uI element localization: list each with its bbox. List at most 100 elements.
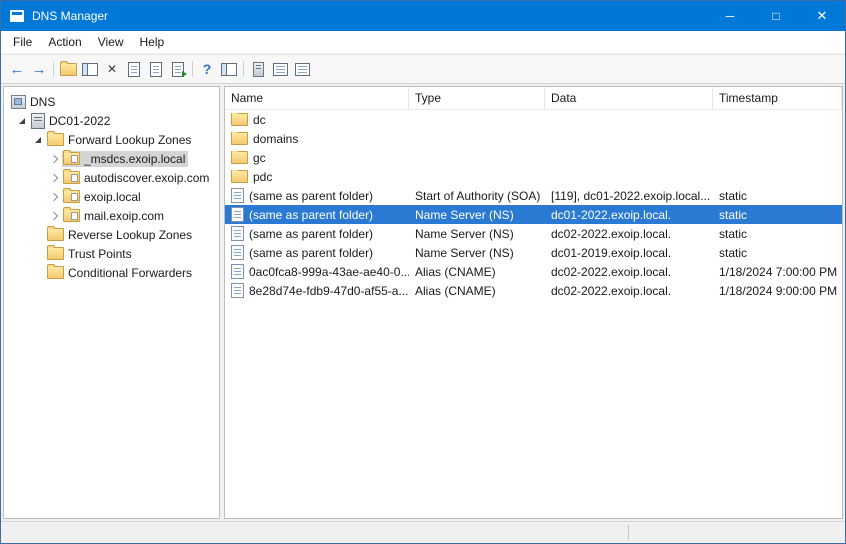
toolbar-details-button[interactable] <box>291 58 313 80</box>
tree-item-reverse-lookup-zones[interactable]: Reverse Lookup Zones <box>4 225 219 244</box>
cell-type: Alias (CNAME) <box>409 284 545 298</box>
delete-button[interactable]: ✕ <box>101 58 123 80</box>
toolbar: ← → ✕ ? <box>1 54 845 84</box>
tree-item-label: exoip.local <box>80 190 141 204</box>
show-hide-console-tree-button[interactable] <box>79 58 101 80</box>
table-row[interactable]: gc <box>225 148 842 167</box>
cell-type: Alias (CNAME) <box>409 265 545 279</box>
tree-item-label: DNS <box>26 95 55 109</box>
table-row[interactable]: 0ac0fca8-999a-43ae-ae40-0... Alias (CNAM… <box>225 262 842 281</box>
cell-name: domains <box>253 132 298 146</box>
tree-item-dc01-2022[interactable]: DC01-2022 <box>4 111 219 130</box>
maximize-icon: □ <box>772 9 779 23</box>
close-button[interactable]: ✕ <box>799 1 845 31</box>
expander-icon[interactable] <box>46 194 62 200</box>
column-header-data[interactable]: Data <box>545 87 713 109</box>
cell-name: pdc <box>253 170 272 184</box>
table-row[interactable]: (same as parent folder) Name Server (NS)… <box>225 243 842 262</box>
menu-view[interactable]: View <box>90 32 132 52</box>
expander-icon[interactable] <box>14 118 30 124</box>
dns-record-icon <box>231 264 244 279</box>
zone-icon <box>63 209 80 222</box>
table-row-selected[interactable]: (same as parent folder) Name Server (NS)… <box>225 205 842 224</box>
cell-timestamp: 1/18/2024 9:00:00 PM <box>713 284 842 298</box>
detail-list-icon <box>295 63 310 76</box>
cell-type: Start of Authority (SOA) <box>409 189 545 203</box>
status-bar <box>1 521 845 543</box>
menu-action[interactable]: Action <box>40 32 89 52</box>
toolbar-separator <box>192 61 193 77</box>
cell-data: dc01-2022.exoip.local. <box>545 208 713 222</box>
folder-icon <box>231 132 248 145</box>
minimize-button[interactable]: ─ <box>707 1 753 31</box>
column-header-timestamp[interactable]: Timestamp <box>713 87 842 109</box>
tree-item-mail-exoip-com[interactable]: mail.exoip.com <box>4 206 219 225</box>
expander-icon[interactable] <box>46 156 62 162</box>
tree-item-trust-points[interactable]: Trust Points <box>4 244 219 263</box>
menu-bar: File Action View Help <box>1 31 845 54</box>
record-list-pane: Name Type Data Timestamp dc domains gc <box>224 86 843 519</box>
cell-timestamp: static <box>713 208 842 222</box>
cell-name: 0ac0fca8-999a-43ae-ae40-0... <box>249 265 409 279</box>
tree-item-conditional-forwarders[interactable]: Conditional Forwarders <box>4 263 219 282</box>
back-button[interactable]: ← <box>6 58 28 80</box>
cell-name: (same as parent folder) <box>249 208 373 222</box>
refresh-button[interactable] <box>145 58 167 80</box>
tree-item-label: Trust Points <box>64 247 132 261</box>
table-row[interactable]: (same as parent folder) Name Server (NS)… <box>225 224 842 243</box>
expander-icon[interactable] <box>46 175 62 181</box>
toolbar-separator <box>243 61 244 77</box>
tree-item-label: Conditional Forwarders <box>64 266 192 280</box>
tree-item-autodiscover-exoip-com[interactable]: autodiscover.exoip.com <box>4 168 219 187</box>
tree-item-label: Reverse Lookup Zones <box>64 228 192 242</box>
action-pane-icon <box>221 63 237 76</box>
menu-file[interactable]: File <box>5 32 40 52</box>
list-header: Name Type Data Timestamp <box>225 87 842 110</box>
dns-manager-window: DNS Manager ─ □ ✕ File Action View Help … <box>0 0 846 544</box>
cell-timestamp: static <box>713 227 842 241</box>
dns-record-icon <box>231 283 244 298</box>
table-row[interactable]: domains <box>225 129 842 148</box>
properties-icon <box>128 62 140 77</box>
cell-data: dc02-2022.exoip.local. <box>545 284 713 298</box>
export-list-button[interactable] <box>167 58 189 80</box>
tree-item-forward-lookup-zones[interactable]: Forward Lookup Zones <box>4 130 219 149</box>
table-row[interactable]: 8e28d74e-fdb9-47d0-af55-a... Alias (CNAM… <box>225 281 842 300</box>
zone-icon <box>63 152 80 165</box>
back-icon: ← <box>10 62 25 77</box>
maximize-button[interactable]: □ <box>753 1 799 31</box>
tree-item-label: mail.exoip.com <box>80 209 164 223</box>
forward-button[interactable]: → <box>28 58 50 80</box>
tree-item-dns[interactable]: DNS <box>4 92 219 111</box>
dns-root-icon <box>11 95 26 109</box>
table-row[interactable]: dc <box>225 110 842 129</box>
zone-icon <box>63 171 80 184</box>
cell-data: dc01-2019.exoip.local. <box>545 246 713 260</box>
tree-item-label: DC01-2022 <box>45 114 110 128</box>
show-hide-action-pane-button[interactable] <box>218 58 240 80</box>
cell-data: [119], dc01-2022.exoip.local... <box>545 189 713 203</box>
properties-button[interactable] <box>123 58 145 80</box>
toolbar-server-button[interactable] <box>247 58 269 80</box>
tree-item-msdcs-exoip-local[interactable]: _msdcs.exoip.local <box>4 149 219 168</box>
dns-record-icon <box>231 245 244 260</box>
console-panes-icon <box>82 63 98 76</box>
toolbar-list-button[interactable] <box>269 58 291 80</box>
cell-type: Name Server (NS) <box>409 227 545 241</box>
column-header-type[interactable]: Type <box>409 87 545 109</box>
expander-icon[interactable] <box>30 137 46 143</box>
delete-icon: ✕ <box>107 63 117 75</box>
main-area: DNS DC01-2022 Forward Lookup Zones _msdc… <box>1 84 845 521</box>
table-row[interactable]: pdc <box>225 167 842 186</box>
tree-item-exoip-local[interactable]: exoip.local <box>4 187 219 206</box>
folder-icon <box>47 247 64 260</box>
table-row[interactable]: (same as parent folder) Start of Authori… <box>225 186 842 205</box>
menu-help[interactable]: Help <box>132 32 173 52</box>
column-header-name[interactable]: Name <box>225 87 409 109</box>
help-button[interactable]: ? <box>196 58 218 80</box>
expander-icon[interactable] <box>46 213 62 219</box>
cell-type: Name Server (NS) <box>409 208 545 222</box>
server-tower-icon <box>253 62 264 77</box>
up-one-level-button[interactable] <box>57 58 79 80</box>
close-icon: ✕ <box>817 8 828 24</box>
